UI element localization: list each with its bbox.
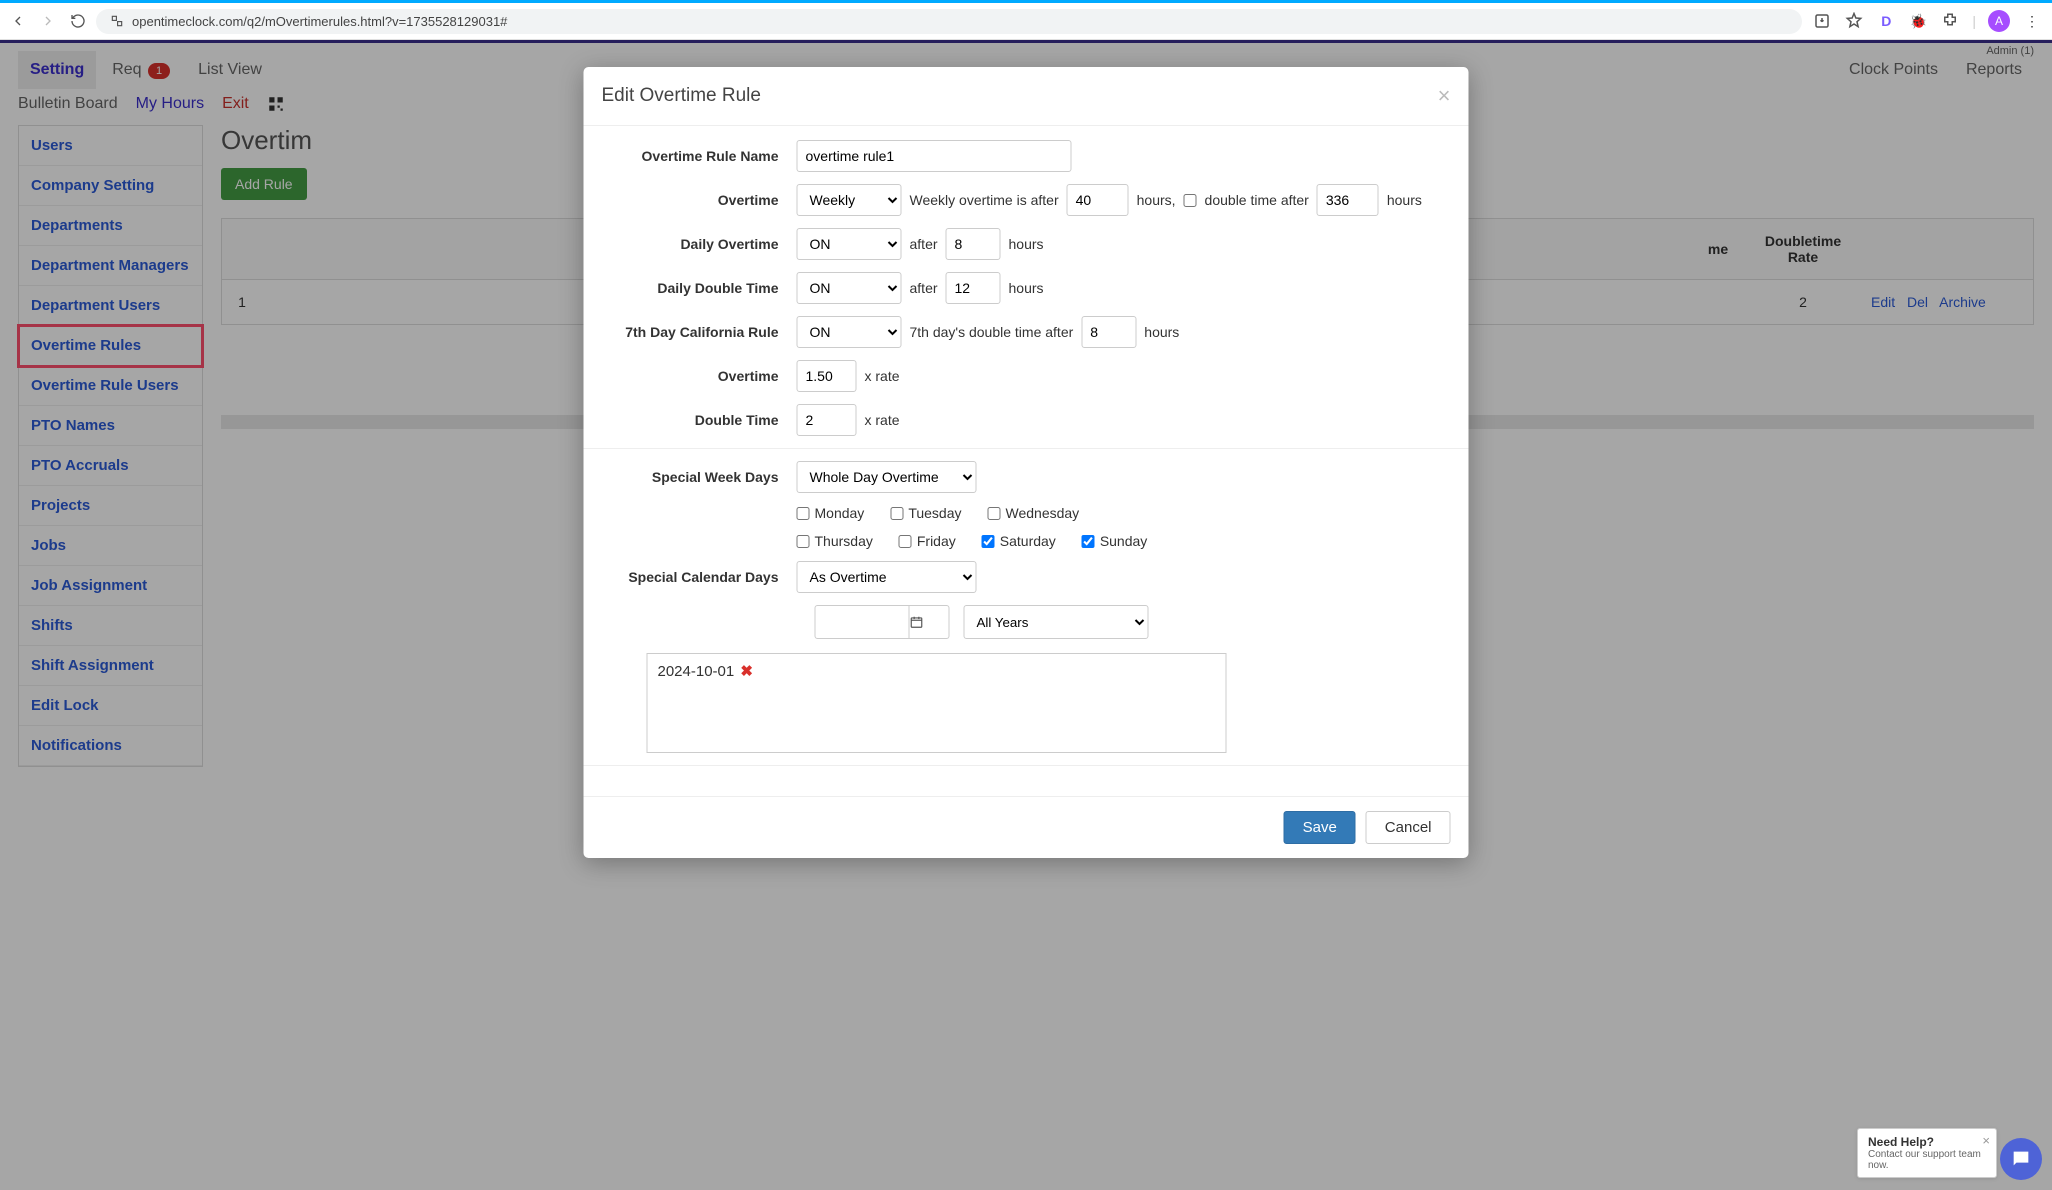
divider-2 (584, 765, 1469, 766)
select-daily-dt[interactable]: ON (797, 272, 902, 304)
select-special-cal[interactable]: As Overtime (797, 561, 977, 593)
ext-bug-icon[interactable]: 🐞 (1908, 11, 1928, 31)
label-ot-rate: Overtime (602, 368, 797, 384)
text-xrate-1: x rate (865, 368, 900, 384)
input-rule-name[interactable] (797, 140, 1072, 172)
label-monday: Monday (815, 505, 865, 521)
browser-chrome: opentimeclock.com/q2/mOvertimerules.html… (0, 0, 2052, 40)
text-hours2: hours (1387, 192, 1422, 208)
text-double-after: double time after (1205, 192, 1309, 208)
checkbox-saturday[interactable] (982, 535, 995, 548)
url-text: opentimeclock.com/q2/mOvertimerules.html… (132, 14, 507, 29)
checkbox-double-after[interactable] (1184, 194, 1197, 207)
checkbox-monday[interactable] (797, 507, 810, 520)
calendar-button[interactable] (910, 605, 950, 639)
site-info-icon (110, 14, 124, 28)
extensions-icon[interactable] (1940, 11, 1960, 31)
input-ca-hours[interactable] (1081, 316, 1136, 348)
checkbox-wednesday[interactable] (988, 507, 1001, 520)
label-sunday: Sunday (1100, 533, 1147, 549)
input-daily-ot-hours[interactable] (946, 228, 1001, 260)
checkbox-tuesday[interactable] (890, 507, 903, 520)
help-title: Need Help? (1868, 1135, 1986, 1149)
checkbox-sunday[interactable] (1082, 535, 1095, 548)
reload-icon[interactable] (70, 13, 86, 29)
chat-icon (2010, 1148, 2032, 1170)
label-daily-dt: Daily Double Time (602, 280, 797, 296)
text-hours-comma: hours, (1137, 192, 1176, 208)
modal-title: Edit Overtime Rule (602, 85, 761, 107)
help-close-icon[interactable]: × (1982, 1133, 1990, 1148)
text-after-1: after (910, 236, 938, 252)
label-daily-ot: Daily Overtime (602, 236, 797, 252)
text-weekly-after: Weekly overtime is after (910, 192, 1059, 208)
select-overtime[interactable]: Weekly (797, 184, 902, 216)
forward-icon[interactable] (40, 13, 56, 29)
select-special-week[interactable]: Whole Day Overtime (797, 461, 977, 493)
back-icon[interactable] (10, 13, 26, 29)
special-dates-box: 2024-10-01 ✖ (647, 653, 1227, 753)
select-ca-rule[interactable]: ON (797, 316, 902, 348)
label-ca-rule: 7th Day California Rule (602, 324, 797, 340)
install-icon[interactable] (1812, 11, 1832, 31)
help-bubble: × Need Help? Contact our support team no… (1857, 1128, 1997, 1178)
label-saturday: Saturday (1000, 533, 1056, 549)
checkbox-friday[interactable] (899, 535, 912, 548)
text-ca-after: 7th day's double time after (910, 324, 1074, 340)
ext-d-icon[interactable]: D (1876, 11, 1896, 31)
bookmark-star-icon[interactable] (1844, 11, 1864, 31)
checkbox-thursday[interactable] (797, 535, 810, 548)
label-rule-name: Overtime Rule Name (602, 148, 797, 164)
divider (584, 448, 1469, 449)
input-daily-dt-hours[interactable] (946, 272, 1001, 304)
menu-dots-icon[interactable]: ⋮ (2022, 11, 2042, 31)
input-date[interactable] (815, 605, 910, 639)
text-xrate-2: x rate (865, 412, 900, 428)
label-special-week: Special Week Days (602, 469, 797, 485)
help-subtitle: Contact our support team now. (1868, 1149, 1986, 1171)
profile-avatar[interactable]: A (1988, 10, 2010, 32)
text-after-2: after (910, 280, 938, 296)
remove-date-icon[interactable]: ✖ (740, 663, 753, 680)
label-overtime: Overtime (602, 192, 797, 208)
chat-fab[interactable] (2000, 1138, 2042, 1180)
text-hours-1: hours (1009, 236, 1044, 252)
special-date-value: 2024-10-01 (658, 663, 735, 680)
cancel-button[interactable]: Cancel (1366, 811, 1451, 844)
text-hours-2: hours (1009, 280, 1044, 296)
label-tuesday: Tuesday (908, 505, 961, 521)
select-years[interactable]: All Years (964, 605, 1149, 639)
label-friday: Friday (917, 533, 956, 549)
input-double-hours[interactable] (1317, 184, 1379, 216)
edit-overtime-modal: Edit Overtime Rule × Overtime Rule Name … (584, 67, 1469, 858)
input-weekly-hours[interactable] (1067, 184, 1129, 216)
select-daily-ot[interactable]: ON (797, 228, 902, 260)
save-button[interactable]: Save (1284, 811, 1356, 844)
date-picker (815, 605, 950, 639)
input-ot-rate[interactable] (797, 360, 857, 392)
label-special-cal: Special Calendar Days (602, 569, 797, 585)
input-dt-rate[interactable] (797, 404, 857, 436)
label-wednesday: Wednesday (1006, 505, 1080, 521)
label-dt-rate: Double Time (602, 412, 797, 428)
label-thursday: Thursday (815, 533, 873, 549)
text-hours-3: hours (1144, 324, 1179, 340)
address-bar[interactable]: opentimeclock.com/q2/mOvertimerules.html… (96, 9, 1802, 34)
close-icon[interactable]: × (1438, 83, 1451, 109)
calendar-icon (910, 615, 924, 629)
